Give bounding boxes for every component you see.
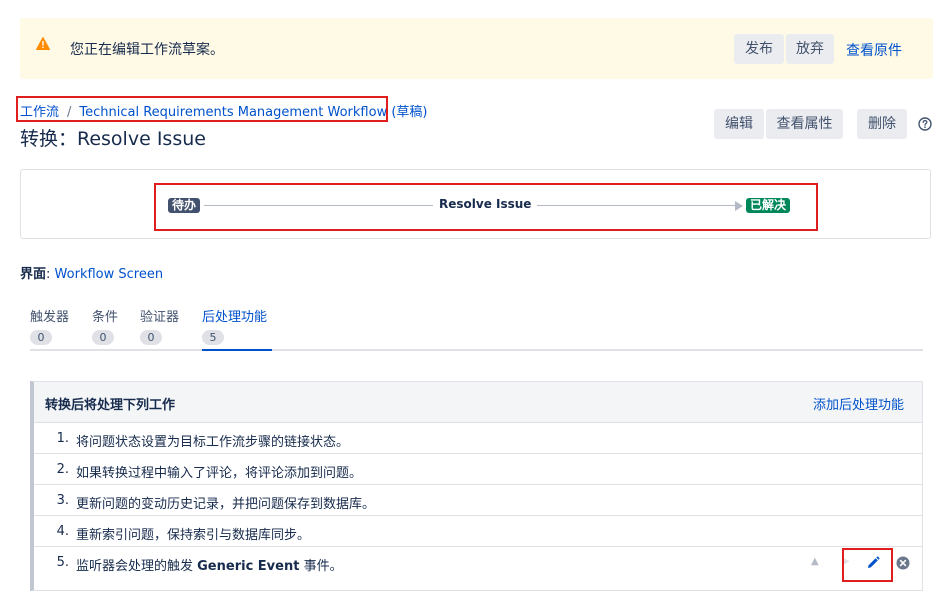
tab-count-badge: 5 — [202, 330, 224, 345]
tab-validators[interactable]: 验证器 0 — [140, 306, 184, 349]
tab-count-badge: 0 — [140, 330, 162, 345]
delete-button[interactable]: 删除 — [857, 109, 907, 139]
tab-label: 验证器 — [140, 310, 180, 325]
breadcrumb-workflow-link[interactable]: Technical Requirements Management Workfl… — [79, 105, 427, 120]
edit-button[interactable]: 编辑 — [714, 109, 764, 139]
to-status-lozenge: 已解决 — [746, 198, 791, 213]
warning-icon — [36, 37, 50, 50]
tab-count-badge: 0 — [30, 330, 52, 345]
item-text: 更新问题的变动历史记录，并把问题保存到数据库。 — [76, 497, 376, 512]
item-number: 3. — [56, 493, 69, 508]
draft-suffix: (草稿) — [391, 105, 428, 120]
remove-icon[interactable] — [896, 556, 910, 570]
tab-label: 条件 — [92, 310, 119, 325]
page-title: 转换：Resolve Issue — [20, 128, 206, 150]
arrow-up-icon[interactable]: ▲ — [811, 556, 819, 567]
transition-tabs: 触发器 0 条件 0 验证器 0 后处理功能 5 — [30, 306, 923, 351]
view-properties-button[interactable]: 查看属性 — [766, 109, 843, 139]
tab-label: 后处理功能 — [202, 310, 268, 325]
banner-message: 您正在编辑工作流草案。 — [70, 42, 224, 58]
from-status-lozenge: 待办 — [168, 198, 201, 213]
list-item: 2. 如果转换过程中输入了评论，将评论添加到问题。 — [34, 454, 922, 485]
item-number: 4. — [56, 524, 69, 539]
list-item: 4. 重新索引问题，保持索引与数据库同步。 — [34, 516, 922, 547]
transition-name: Resolve Issue — [433, 197, 538, 211]
breadcrumb-workflows-link[interactable]: 工作流 — [20, 105, 59, 120]
list-item: 1. 将问题状态设置为目标工作流步骤的链接状态。 — [34, 423, 922, 454]
screen-info: 界面: Workflow Screen — [20, 263, 163, 282]
item-text: 重新索引问题，保持索引与数据库同步。 — [76, 528, 311, 543]
screen-label: 界面 — [20, 267, 47, 282]
event-name: Generic Event — [197, 559, 300, 574]
item-text: 将问题状态设置为目标工作流步骤的链接状态。 — [76, 435, 350, 450]
screen-link[interactable]: Workflow Screen — [55, 267, 164, 282]
discard-button[interactable]: 放弃 — [786, 34, 834, 64]
item-text: 监听器会处理的触发 Generic Event 事件。 — [76, 555, 343, 574]
item-number: 2. — [56, 462, 69, 477]
view-original-link[interactable]: 查看原件 — [846, 40, 902, 60]
workflow-name: Technical Requirements Management Workfl… — [79, 105, 388, 120]
add-post-function-link[interactable]: 添加后处理功能 — [813, 394, 904, 413]
item-number: 5. — [56, 555, 69, 570]
screen-colon: : — [46, 267, 51, 282]
tab-label: 触发器 — [30, 310, 70, 325]
item-text-after: 事件。 — [299, 559, 343, 574]
arrow-right-icon — [735, 201, 743, 211]
item-number: 1. — [56, 431, 69, 446]
pencil-icon[interactable] — [866, 556, 880, 570]
post-functions-title: 转换后将处理下列工作 — [45, 398, 176, 413]
list-item: 3. 更新问题的变动历史记录，并把问题保存到数据库。 — [34, 485, 922, 516]
item-text-before: 监听器会处理的触发 — [76, 559, 198, 574]
publish-button[interactable]: 发布 — [734, 34, 784, 64]
question-circle-icon[interactable] — [918, 117, 932, 131]
list-item: 5. 监听器会处理的触发 Generic Event 事件。 — [34, 547, 922, 578]
tab-triggers[interactable]: 触发器 0 — [30, 306, 74, 349]
tab-count-badge: 0 — [92, 330, 114, 345]
tab-conditions[interactable]: 条件 0 — [92, 306, 122, 349]
breadcrumb-separator: / — [67, 105, 72, 120]
breadcrumb: 工作流 / Technical Requirements Management Wo… — [20, 101, 428, 120]
arrow-down-icon: ▶ — [842, 556, 850, 567]
tab-post-functions[interactable]: 后处理功能 5 — [202, 306, 272, 351]
item-text: 如果转换过程中输入了评论，将评论添加到问题。 — [76, 466, 363, 481]
